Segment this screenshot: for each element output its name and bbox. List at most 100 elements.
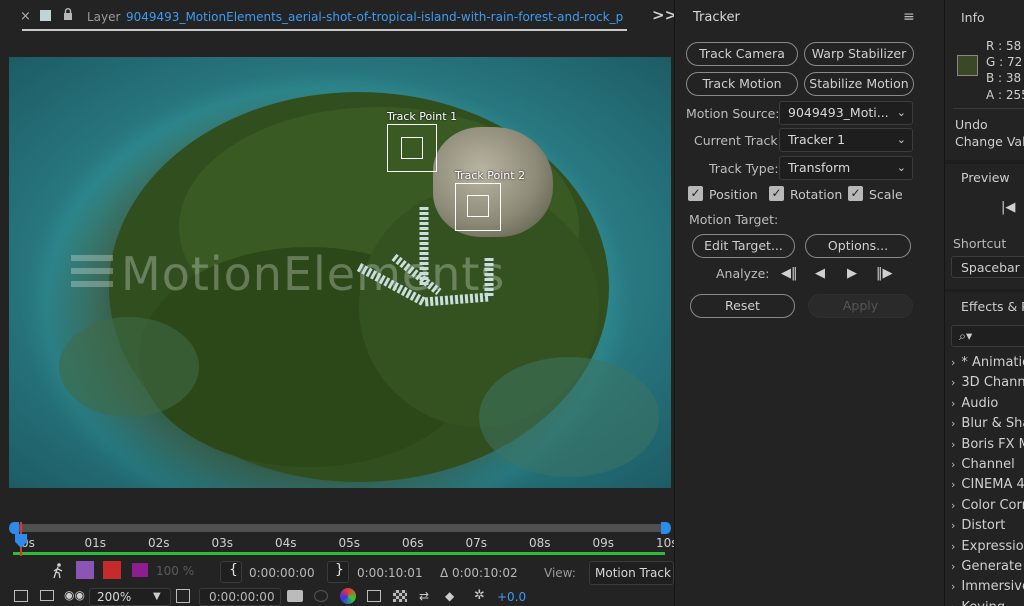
layer-color-swatch[interactable] [40,10,51,21]
duration-value: Δ 0:00:10:02 [440,566,518,580]
out-point-time[interactable]: 0:00:10:01 [357,566,423,580]
active-tab-underline [22,29,627,31]
vr-mask-icon[interactable]: ◉◉ [64,588,85,602]
position-label: Position [709,187,758,202]
color-sample-swatch [957,55,978,76]
time-ruler-tick: 03s [211,536,234,550]
options-button[interactable]: Options... [805,234,911,258]
red-motion-icon[interactable] [103,561,121,579]
camera-snapshot-icon[interactable] [287,590,303,602]
effects-category-label: Keying [961,600,1005,606]
channel-rgb-icon[interactable] [340,588,356,604]
reset-button[interactable]: Reset [690,294,795,318]
current-track-label: Current Track: [694,133,782,148]
show-snapshot-icon[interactable] [314,590,328,602]
reset-exposure-icon[interactable]: ◆ [445,589,454,603]
chevron-right-icon: › [951,560,956,573]
effects-category-item[interactable]: › 3D Channel [951,375,1024,390]
effects-category-item[interactable]: › Keying [951,600,1005,606]
effects-category-item[interactable]: › Color Correction [951,498,1024,513]
analyze-back-frame-button[interactable]: ◀‖ [781,266,798,281]
edit-target-button[interactable]: Edit Target... [692,234,795,258]
effects-category-label: * Animation Presets [961,355,1024,370]
always-preview-icon[interactable] [14,590,28,602]
work-area-start-handle[interactable] [9,522,19,534]
walking-man-icon[interactable] [52,563,64,583]
chevron-right-icon: › [951,437,956,451]
effects-category-label: Audio [961,395,999,411]
region-of-interest-icon[interactable] [176,589,190,603]
color-swatch-icon[interactable] [132,563,148,577]
effects-category-item[interactable]: › Blur & Sharpen [951,416,1024,431]
lock-icon[interactable] [63,8,73,23]
purple-motion-icon[interactable] [76,561,94,579]
effects-category-item[interactable]: › Audio [951,396,998,411]
track-point-1-feature-region[interactable] [401,137,423,159]
exposure-value[interactable]: +0.0 [497,590,526,604]
effects-category-label: Distort [961,518,1006,534]
analyze-label: Analyze: [716,266,770,281]
3d-view-icon[interactable]: ⇄ [419,589,429,603]
stabilize-motion-button[interactable]: Stabilize Motion [804,72,914,96]
warp-stabilizer-button[interactable]: Warp Stabilizer [804,42,914,66]
first-frame-icon[interactable]: |◀ [1001,200,1015,215]
effects-category-item[interactable]: › Immersive Video [951,579,1024,594]
cache-bar [13,552,665,555]
rotation-checkbox[interactable]: ✓ [769,186,784,201]
scale-checkbox[interactable]: ✓ [848,186,863,201]
info-divider [953,108,1024,109]
effects-category-item[interactable]: › Distort [951,518,1005,533]
position-checkbox[interactable]: ✓ [688,186,703,201]
tracker-panel: Tracker ≡ Track Camera Warp Stabilizer T… [674,0,944,606]
resolution-icon[interactable] [367,590,381,602]
effects-category-label: 3D Channel [961,375,1024,391]
effects-category-item[interactable]: › Boris FX Mocha [951,437,1024,452]
view-label: View: [544,566,576,580]
in-point-time[interactable]: 0:00:00:00 [249,566,315,580]
motion-source-dropdown[interactable]: 9049493_Moti... ⌄ [779,101,913,125]
monitor-icon[interactable] [40,590,54,601]
scale-label: Scale [869,187,903,202]
track-motion-button[interactable]: Track Motion [686,72,798,96]
analyze-forward-frame-button[interactable]: ‖▶ [876,266,893,281]
effects-category-label: Boris FX Mocha [961,436,1024,452]
analyze-backward-button[interactable]: ◀ [815,266,825,281]
right-panels: Info R : 58 G : 72 B : 38 A : 255 Undo C… [944,0,1024,606]
analyze-forward-button[interactable]: ▶ [847,266,857,281]
track-point-2-feature-region[interactable] [467,195,489,217]
effects-category-item[interactable]: › Channel [951,457,1015,472]
shortcut-value: Spacebar [961,260,1020,275]
color-g-value: G : 72 [986,55,1023,69]
track-type-label: Track Type: [709,161,779,176]
time-ruler-tick: 06s [402,536,424,550]
track-camera-button[interactable]: Track Camera [686,42,798,66]
work-area-end-handle[interactable] [661,522,671,534]
effects-category-label: Channel [961,457,1015,472]
chevron-down-icon: ⌄ [896,161,906,174]
opacity-value[interactable]: 100 % [156,564,194,578]
preview-panel: Preview |◀ Shortcut Spacebar [945,164,1024,289]
track-type-dropdown[interactable]: Transform ⌄ [779,156,913,180]
time-ruler-tick: 04s [275,536,297,550]
effects-category-label: Expression Controls [961,538,1024,554]
effects-category-item[interactable]: › * Animation Presets [951,355,1024,370]
current-track-dropdown[interactable]: Tracker 1 ⌄ [779,128,913,152]
shortcut-label: Shortcut [953,236,1007,251]
panel-menu-icon[interactable]: ≡ [903,9,915,25]
transparency-grid-icon[interactable] [393,590,407,602]
close-tab-button[interactable]: × [20,9,31,24]
exposure-icon[interactable]: ✲ [474,588,485,603]
work-area-bar[interactable] [13,524,665,532]
layer-name-dropdown[interactable]: 9049493_MotionElements_aerial-shot-of-tr… [126,10,626,24]
chevron-right-icon: › [951,539,956,553]
track-point-2-label: Track Point 2 [455,169,526,182]
effects-category-item[interactable]: › Expression Controls [951,539,1024,554]
layer-timeline[interactable]: 0s 01s 02s 03s 04s 05s 06s 07s 08s 09s 10s [9,522,678,556]
effects-presets-panel: Effects & Presets ⌕▾ › * Animation Preset… [945,292,1024,606]
motion-source-value: 9049493_Moti... [788,105,889,120]
chevron-right-icon: › [951,396,956,410]
effects-category-item[interactable]: › Generate [951,559,1022,574]
layer-viewer[interactable]: MotionElements Track Point 1 Track Point… [9,57,671,488]
effects-category-item[interactable]: › CINEMA 4D [951,477,1024,492]
effects-category-label: Color Correction [961,497,1024,513]
